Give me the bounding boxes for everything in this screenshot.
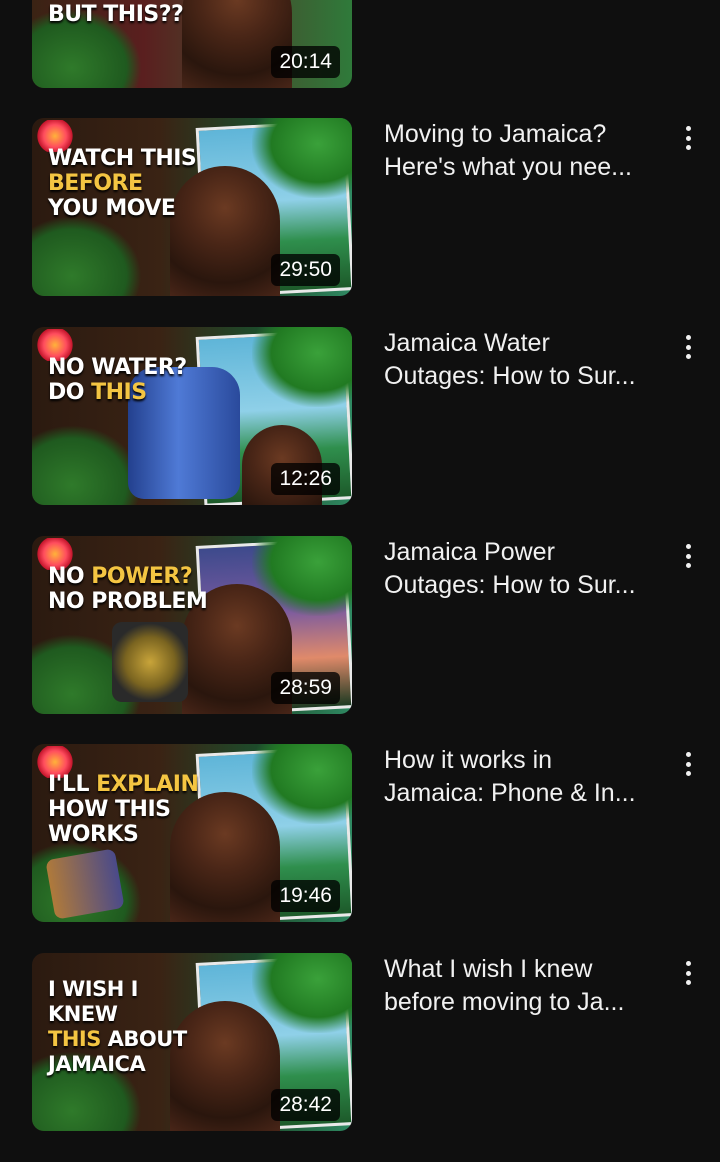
video-duration: 20:14 <box>271 46 340 78</box>
more-vert-icon[interactable] <box>676 331 700 363</box>
video-thumbnail[interactable]: NO WATER? DO THIS 12:26 <box>32 327 352 505</box>
video-item[interactable]: NO WATER? DO THIS 12:26 Jamaica Water Ou… <box>0 327 720 505</box>
video-thumbnail[interactable]: I'LL EXPLAIN HOW THIS WORKS 19:46 <box>32 744 352 922</box>
video-thumbnail[interactable]: I WISH I KNEW THIS ABOUT JAMAICA 28:42 <box>32 953 352 1131</box>
video-thumbnail[interactable]: NO POWER? NO PROBLEM 28:59 <box>32 536 352 714</box>
video-duration: 19:46 <box>271 880 340 912</box>
thumbnail-text: BUT THIS?? <box>48 2 184 27</box>
video-duration: 28:59 <box>271 672 340 704</box>
thumbnail-text: I WISH I KNEW THIS ABOUT JAMAICA <box>48 977 187 1076</box>
thumbnail-art <box>32 425 142 505</box>
more-vert-icon[interactable] <box>676 957 700 989</box>
video-duration: 29:50 <box>271 254 340 286</box>
fan-image <box>112 622 188 702</box>
video-item[interactable]: I'LL EXPLAIN HOW THIS WORKS 19:46 How it… <box>0 744 720 922</box>
phones-image <box>45 848 125 920</box>
video-title[interactable]: What I wish I knew before moving to Ja..… <box>384 953 664 1019</box>
video-title[interactable]: Jamaica Water Outages: How to Sur... <box>384 327 664 393</box>
video-title[interactable]: How it works in Jamaica: Phone & In... <box>384 744 664 810</box>
video-thumbnail[interactable]: WATCH THIS BEFORE YOU MOVE 29:50 <box>32 118 352 296</box>
video-duration: 28:42 <box>271 1089 340 1121</box>
video-list: BUT THIS?? 20:14 WATCH THIS BEFORE YOU M… <box>0 0 720 1162</box>
video-title[interactable]: Moving to Jamaica? Here's what you nee..… <box>384 118 664 184</box>
thumbnail-art <box>32 216 142 296</box>
video-item[interactable]: BUT THIS?? 20:14 <box>0 0 720 88</box>
more-vert-icon[interactable] <box>676 122 700 154</box>
thumbnail-art <box>252 327 352 407</box>
thumbnail-text: NO WATER? DO THIS <box>48 355 187 405</box>
more-vert-icon[interactable] <box>676 748 700 780</box>
thumbnail-text: NO POWER? NO PROBLEM <box>48 564 208 614</box>
thumbnail-text: I'LL EXPLAIN HOW THIS WORKS <box>48 772 199 847</box>
video-title[interactable]: Jamaica Power Outages: How to Sur... <box>384 536 664 602</box>
video-duration: 12:26 <box>271 463 340 495</box>
video-item[interactable]: I WISH I KNEW THIS ABOUT JAMAICA 28:42 W… <box>0 953 720 1131</box>
thumbnail-text: WATCH THIS BEFORE YOU MOVE <box>48 146 197 221</box>
video-item[interactable]: WATCH THIS BEFORE YOU MOVE 29:50 Moving … <box>0 118 720 296</box>
video-item[interactable]: NO POWER? NO PROBLEM 28:59 Jamaica Power… <box>0 536 720 714</box>
video-thumbnail[interactable]: BUT THIS?? 20:14 <box>32 0 352 88</box>
more-vert-icon[interactable] <box>676 540 700 572</box>
